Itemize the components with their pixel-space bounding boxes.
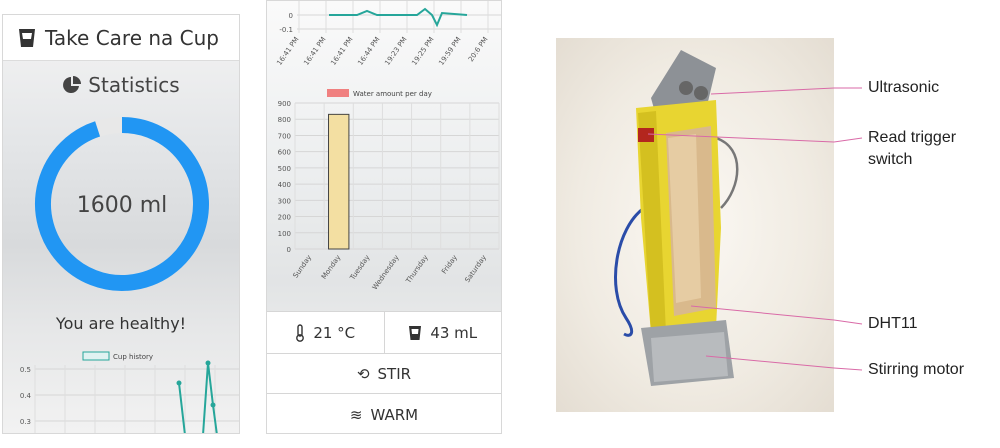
temperature-reading: 21 °C xyxy=(267,312,384,353)
x-tick-label: 16:41 PM xyxy=(275,36,300,67)
x-tick-label: Saturday xyxy=(463,254,488,284)
x-tick-label: 19:25 PM xyxy=(410,36,435,67)
cup-icon xyxy=(19,28,35,47)
cup-history-point xyxy=(210,402,216,408)
x-tick-label: Wednesday xyxy=(371,254,401,292)
x-tick-label: Monday xyxy=(320,254,342,281)
label-ultrasonic: Ultrasonic xyxy=(868,79,940,96)
y-tick-label: 400 xyxy=(278,181,291,189)
leader-extensions xyxy=(834,87,863,371)
heat-waves-icon: ≋ xyxy=(349,405,363,424)
y-tick-label: 200 xyxy=(278,214,291,222)
x-tick-label: 16:44 PM xyxy=(356,36,381,67)
x-tick-label: 19:59 PM xyxy=(437,36,462,67)
top-chart-grid xyxy=(297,1,501,33)
top-line-chart: 0-0.116:41 PM 16:41 PM 16:41 PM 16:44 PM 19:… xyxy=(275,1,501,67)
water-chart-x-ticks: Sunday Monday Tuesday Wednesday Thursday Frid… xyxy=(292,254,488,292)
x-tick-label: Tuesday xyxy=(348,254,371,283)
x-tick-label: 20:6 PM xyxy=(467,36,490,64)
cup-history-chart: Cup history 0.50.40.30.2 xyxy=(20,351,239,433)
warm-button[interactable]: ≋ WARM xyxy=(267,393,501,433)
stir-button[interactable]: ⟲ STIR xyxy=(267,353,501,393)
y-tick-label: -0.1 xyxy=(279,26,293,34)
label-switch: switch xyxy=(868,151,913,168)
statistics-screen: Take Care na Cup Statistics 1600 ml You … xyxy=(2,14,240,434)
cup-history-legend-swatch xyxy=(82,351,110,361)
warm-button-label: WARM xyxy=(370,405,419,424)
water-chart-bars xyxy=(328,113,350,250)
volume-value: 43 mL xyxy=(430,323,478,342)
thermometer-icon xyxy=(296,323,305,342)
temperature-value: 21 °C xyxy=(313,323,356,342)
x-tick-label: Sunday xyxy=(292,254,314,280)
pie-chart-icon xyxy=(63,76,82,93)
y-tick-label: 0.5 xyxy=(20,366,31,374)
y-tick-label: 700 xyxy=(278,132,291,140)
statistics-heading: Statistics xyxy=(3,73,239,97)
label-read-trigger: Read trigger xyxy=(868,129,957,146)
x-tick-label: Friday xyxy=(440,254,459,276)
label-stirring-motor: Stirring motor xyxy=(868,361,965,378)
water-per-day-chart: Water amount per day 900 800 700 600 500 400 3… xyxy=(278,89,500,292)
health-status: You are healthy! xyxy=(55,314,187,333)
y-tick-label: 500 xyxy=(278,165,291,173)
cup-icon xyxy=(409,325,422,340)
x-tick-label: 16:41 PM xyxy=(302,36,327,67)
y-tick-label: 800 xyxy=(278,116,291,124)
y-tick-label: 0 xyxy=(289,12,293,20)
leader-line xyxy=(710,87,834,95)
label-dht11: DHT11 xyxy=(868,315,918,332)
device-illustration xyxy=(614,50,834,386)
x-tick-label: 16:41 PM xyxy=(329,36,354,67)
y-tick-label: 0.3 xyxy=(20,418,31,426)
top-chart-ticks: 0-0.116:41 PM 16:41 PM 16:41 PM 16:44 PM 19:… xyxy=(275,12,489,67)
volume-reading: 43 mL xyxy=(383,312,502,353)
statistics-title: Statistics xyxy=(88,73,180,97)
app-header: Take Care na Cup xyxy=(3,15,239,61)
water-legend-label: Water amount per day xyxy=(353,90,432,98)
x-tick-label: 19:23 PM xyxy=(383,36,408,67)
top-chart-line xyxy=(329,7,468,28)
device-photo xyxy=(556,38,834,412)
rotate-icon: ⟲ xyxy=(356,364,370,383)
y-tick-label: 0.4 xyxy=(20,392,32,400)
y-tick-label: 100 xyxy=(278,230,291,238)
cup-history-point xyxy=(176,380,182,386)
stir-button-label: STIR xyxy=(377,364,412,383)
app-title: Take Care na Cup xyxy=(45,25,219,50)
y-tick-label: 0 xyxy=(287,246,291,254)
x-tick-label: Thursday xyxy=(404,254,430,286)
y-tick-label: 300 xyxy=(278,197,291,205)
controls-screen: 0 -0.1 16:41 PM 16:41 PM 16:41 PM 16:44 PM 19:… xyxy=(266,0,502,434)
cup-history-point xyxy=(205,360,211,366)
cup-history-legend-label: Cup history xyxy=(113,353,153,361)
y-tick-label: 600 xyxy=(278,149,291,157)
y-tick-label: 900 xyxy=(278,100,291,108)
water-legend-swatch xyxy=(327,89,349,97)
water-chart-grid: 900 800 700 600 500 400 300 200 100 0 xyxy=(278,100,500,254)
bar-monday xyxy=(328,113,350,250)
daily-volume: 1600 ml xyxy=(76,193,168,218)
readings-row: 21 °C 43 mL xyxy=(267,311,501,353)
